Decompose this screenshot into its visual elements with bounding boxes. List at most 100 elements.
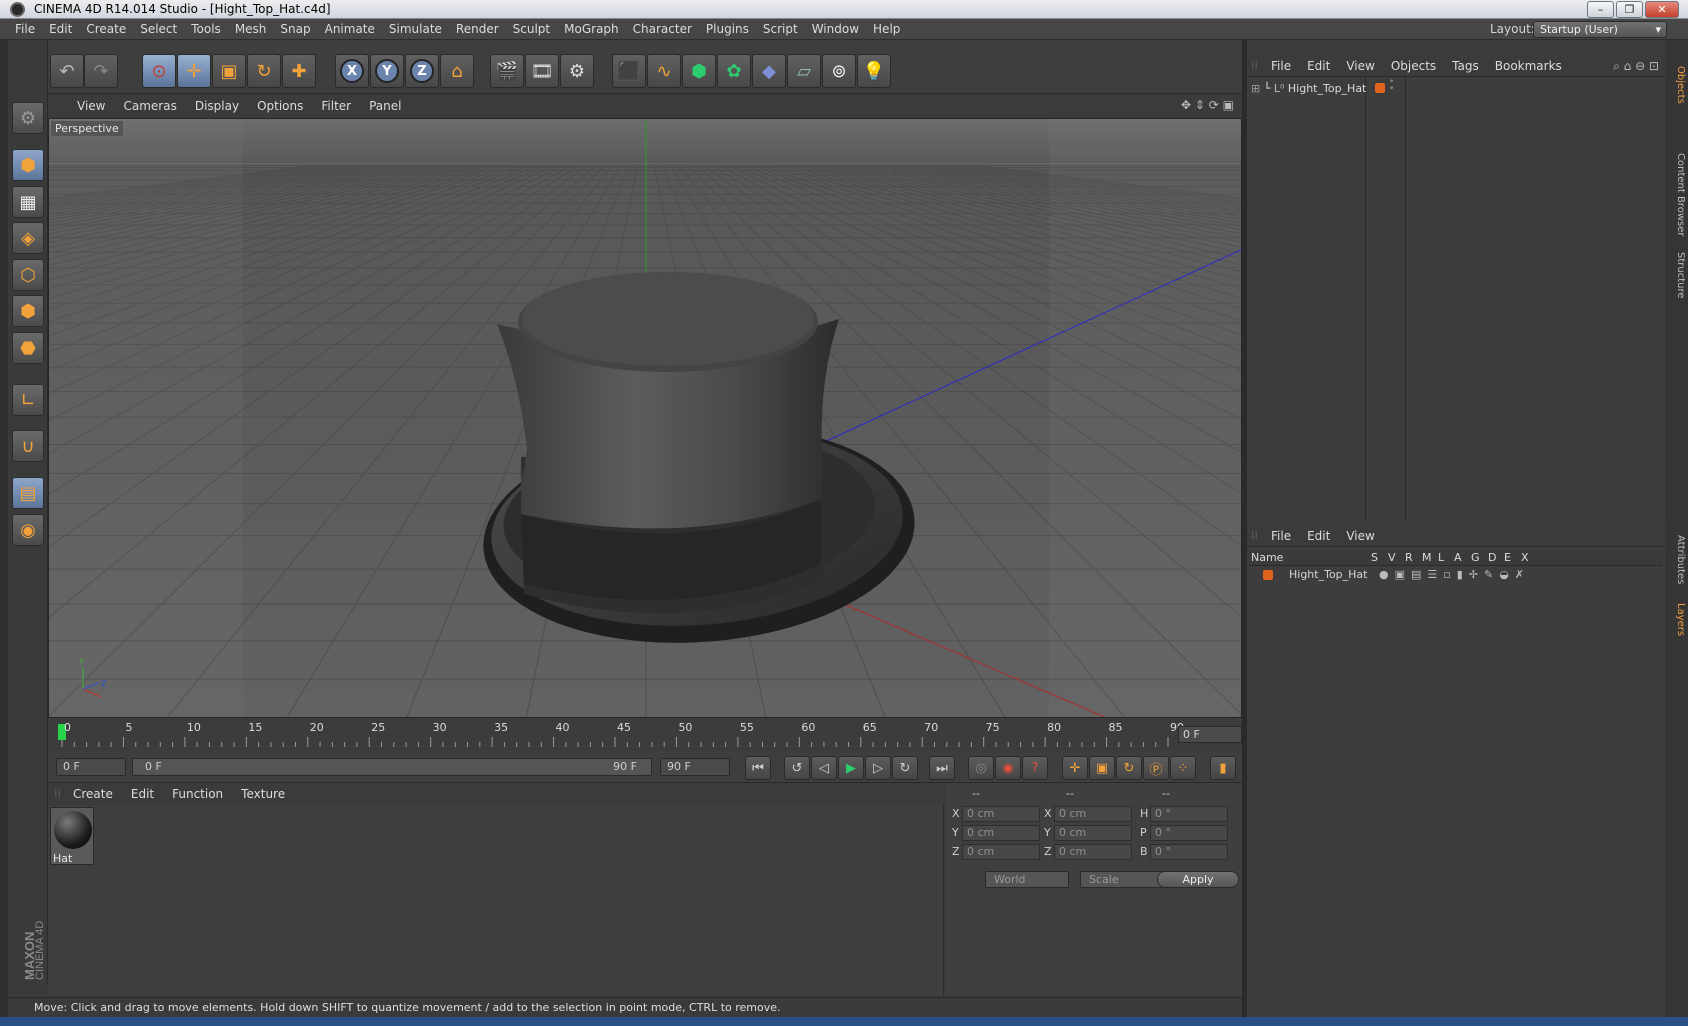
render-view-icon[interactable]: 🎬 bbox=[490, 54, 524, 88]
texture-mode-icon[interactable]: ▦ bbox=[12, 186, 44, 218]
object-menu-objects[interactable]: Objects bbox=[1383, 55, 1444, 77]
layer-row[interactable]: Hight_Top_Hat ●▣▤☰▫▮✢✎◒✗ bbox=[1249, 566, 1663, 583]
coord-value-field[interactable]: 0 cm bbox=[962, 825, 1040, 841]
record-keyframe-icon[interactable]: ◉ bbox=[995, 756, 1021, 780]
material-menu-texture[interactable]: Texture bbox=[232, 783, 294, 805]
viewport-menu-options[interactable]: Options bbox=[248, 94, 312, 118]
frame-range-slider[interactable]: 0 F 90 F bbox=[132, 758, 652, 776]
tab-structure[interactable]: Structure bbox=[1667, 250, 1686, 300]
viewport-camera-label[interactable]: Perspective bbox=[51, 121, 123, 136]
menu-animate[interactable]: Animate bbox=[318, 19, 382, 40]
menu-select[interactable]: Select bbox=[133, 19, 184, 40]
move-tool-icon[interactable]: ✛ bbox=[177, 54, 211, 88]
tab-objects[interactable]: Objects bbox=[1667, 60, 1686, 110]
layer-column-e[interactable]: E bbox=[1504, 549, 1511, 566]
layer-column-a[interactable]: A bbox=[1454, 549, 1462, 566]
key-pla-icon[interactable]: ⁘ bbox=[1170, 756, 1196, 780]
workplane-icon[interactable]: ◈ bbox=[12, 222, 44, 254]
layer-column-s[interactable]: S bbox=[1371, 549, 1378, 566]
apply-button[interactable]: Apply bbox=[1157, 871, 1239, 888]
light-icon[interactable]: 💡 bbox=[857, 54, 891, 88]
go-to-start-icon[interactable]: ⏮ bbox=[745, 756, 771, 780]
viewport-menu-cameras[interactable]: Cameras bbox=[114, 94, 185, 118]
timeline-ruler[interactable]: 0 5 10 15 20 25 30 35 40 45 50 55 60 65 70 75 80 85 90 0 F bbox=[48, 719, 1242, 751]
timeline-window-icon[interactable]: ▮ bbox=[1210, 756, 1236, 780]
play-forward-icon[interactable]: ▶ bbox=[838, 756, 864, 780]
coord-value-field[interactable]: 0 cm bbox=[1054, 844, 1132, 860]
planar-workplane-icon[interactable]: ◉ bbox=[12, 514, 44, 546]
end-frame-field[interactable]: 90 F bbox=[660, 758, 730, 776]
keyframe-help-icon[interactable]: ? bbox=[1022, 756, 1048, 780]
recent-tool-icon[interactable]: ✚ bbox=[282, 54, 316, 88]
menu-edit[interactable]: Edit bbox=[42, 19, 79, 40]
polygons-mode-icon[interactable]: ⬣ bbox=[12, 332, 44, 364]
menu-create[interactable]: Create bbox=[79, 19, 133, 40]
scale-tool-icon[interactable]: ▣ bbox=[212, 54, 246, 88]
menu-script[interactable]: Script bbox=[756, 19, 805, 40]
layer-column-m[interactable]: M bbox=[1422, 549, 1432, 566]
layer-menu-edit[interactable]: Edit bbox=[1299, 525, 1338, 547]
layer-column-d[interactable]: D bbox=[1488, 549, 1496, 566]
lock-workplane-icon[interactable]: ▤ bbox=[12, 477, 44, 509]
edges-mode-icon[interactable]: ⬢ bbox=[12, 295, 44, 327]
points-mode-icon[interactable]: ⬡ bbox=[12, 259, 44, 291]
coord-value-field[interactable]: 0 ° bbox=[1150, 825, 1228, 841]
spline-pen-icon[interactable]: ∿ bbox=[647, 54, 681, 88]
z-axis-lock-icon[interactable]: Z bbox=[405, 54, 439, 88]
menu-character[interactable]: Character bbox=[626, 19, 699, 40]
material-menu-function[interactable]: Function bbox=[163, 783, 232, 805]
layer-menu-view[interactable]: View bbox=[1338, 525, 1382, 547]
next-frame-icon[interactable]: ▷ bbox=[865, 756, 891, 780]
3d-viewport[interactable]: Y Z Perspective bbox=[48, 118, 1242, 718]
viewport-menu-filter[interactable]: Filter bbox=[312, 94, 360, 118]
deformer-icon[interactable]: ◆ bbox=[752, 54, 786, 88]
object-menu-bookmarks[interactable]: Bookmarks bbox=[1487, 55, 1570, 77]
snap-magnet-icon[interactable]: ∪ bbox=[12, 430, 44, 462]
undo-icon[interactable]: ↶ bbox=[50, 54, 84, 88]
viewport-menu-view[interactable]: View bbox=[68, 94, 114, 118]
coordinate-system-icon[interactable]: ⌂ bbox=[440, 54, 474, 88]
material-swatch[interactable]: Hat bbox=[50, 807, 94, 865]
start-frame-field[interactable]: 0 F bbox=[56, 758, 126, 776]
menu-window[interactable]: Window bbox=[805, 19, 866, 40]
tab-attributes[interactable]: Attributes bbox=[1667, 530, 1686, 590]
coord-value-field[interactable]: 0 ° bbox=[1150, 806, 1228, 822]
object-menu-view[interactable]: View bbox=[1338, 55, 1382, 77]
object-manager-tools-icons[interactable]: ⌕ ⌂ ⊖ ⊡ bbox=[1613, 55, 1659, 77]
current-frame-field[interactable]: 0 F bbox=[1178, 726, 1242, 743]
tab-content-browser[interactable]: Content Browser bbox=[1667, 150, 1686, 240]
go-to-end-icon[interactable]: ⏭ bbox=[929, 756, 955, 780]
axis-mode-icon[interactable]: ∟ bbox=[12, 384, 44, 416]
menu-help[interactable]: Help bbox=[866, 19, 907, 40]
object-tree-item[interactable]: ⊞ ┗ L⁰ Hight_Top_Hat bbox=[1251, 81, 1366, 97]
material-menu-create[interactable]: Create bbox=[64, 783, 122, 805]
y-axis-lock-icon[interactable]: Y bbox=[370, 54, 404, 88]
expand-icon[interactable]: ⊞ ┗ bbox=[1251, 82, 1270, 95]
key-scale-icon[interactable]: ▣ bbox=[1089, 756, 1115, 780]
layer-column-name[interactable]: Name bbox=[1251, 549, 1283, 566]
object-mode-icon[interactable]: ⬢ bbox=[12, 149, 44, 181]
menu-mograph[interactable]: MoGraph bbox=[557, 19, 626, 40]
live-selection-icon[interactable]: ⊙ bbox=[142, 54, 176, 88]
object-menu-tags[interactable]: Tags bbox=[1444, 55, 1487, 77]
coord-value-field[interactable]: 0 cm bbox=[1054, 825, 1132, 841]
cloner-icon[interactable]: ✿ bbox=[717, 54, 751, 88]
visibility-dots-icon[interactable]: • • bbox=[1389, 78, 1394, 94]
render-settings-icon[interactable]: ⚙ bbox=[560, 54, 594, 88]
object-menu-file[interactable]: File bbox=[1263, 55, 1299, 77]
maximize-button[interactable]: ❐ bbox=[1616, 1, 1643, 18]
floor-icon[interactable]: ▱ bbox=[787, 54, 821, 88]
layer-column-l[interactable]: L bbox=[1438, 549, 1444, 566]
layer-color-swatch[interactable] bbox=[1263, 570, 1273, 580]
menu-file[interactable]: File bbox=[8, 19, 42, 40]
coordinate-mode-dropdown[interactable]: World bbox=[985, 871, 1069, 888]
key-parameter-icon[interactable]: Ⓟ bbox=[1143, 756, 1169, 780]
coord-value-field[interactable]: 0 cm bbox=[962, 844, 1040, 860]
layer-menu-file[interactable]: File bbox=[1263, 525, 1299, 547]
menu-sculpt[interactable]: Sculpt bbox=[506, 19, 557, 40]
x-axis-lock-icon[interactable]: X bbox=[335, 54, 369, 88]
tab-layers[interactable]: Layers bbox=[1667, 600, 1686, 640]
key-position-icon[interactable]: ✛ bbox=[1062, 756, 1088, 780]
viewport-menu-panel[interactable]: Panel bbox=[360, 94, 410, 118]
render-picture-viewer-icon[interactable]: 🎞 bbox=[525, 54, 559, 88]
